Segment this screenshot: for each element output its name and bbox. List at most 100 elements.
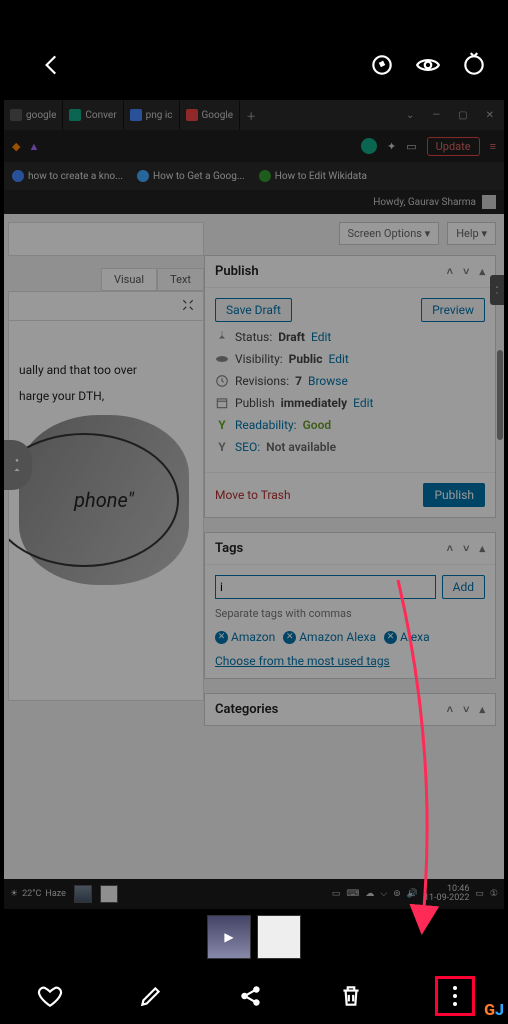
- yoast-readability-icon: Y: [215, 418, 229, 432]
- bookmark-1[interactable]: How to Get a Goog...: [137, 170, 245, 182]
- share-button[interactable]: [234, 979, 268, 1013]
- browser-tabs: google Conver png ic Google ＋ ⌄ — ▢ ✕: [4, 100, 504, 130]
- remove-tag-icon: ✕: [283, 631, 296, 644]
- update-button[interactable]: Update: [427, 137, 480, 156]
- panel-up-icon[interactable]: ˄: [447, 265, 453, 278]
- seo-link[interactable]: SEO:: [235, 440, 260, 454]
- readability-link[interactable]: Readability:: [235, 418, 297, 432]
- title-input[interactable]: [8, 222, 204, 256]
- panel-toggle-icon[interactable]: ▴: [479, 542, 485, 555]
- more-button[interactable]: [435, 976, 475, 1016]
- avatar[interactable]: [482, 195, 496, 209]
- pin-icon: [215, 330, 229, 344]
- categories-panel: Categories ˄ ˅ ▴: [204, 693, 496, 726]
- tab-text[interactable]: Text: [157, 268, 204, 291]
- tray-icon[interactable]: ⌨: [346, 889, 359, 899]
- grammarly-icon[interactable]: [361, 138, 377, 154]
- strip-thumb-current[interactable]: [257, 915, 301, 959]
- tags-add-button[interactable]: Add: [442, 575, 485, 599]
- back-button[interactable]: [38, 51, 66, 79]
- status-edit-link[interactable]: Edit: [311, 330, 331, 344]
- wallet-icon[interactable]: ▭: [406, 140, 416, 153]
- menu-icon[interactable]: ≡: [490, 140, 496, 153]
- tags-hint: Separate tags with commas: [215, 607, 485, 620]
- tag-chip[interactable]: ✕Amazon Alexa: [283, 630, 376, 644]
- eye-icon[interactable]: [414, 51, 442, 79]
- tab-visual[interactable]: Visual: [101, 268, 157, 291]
- tray-wifi-icon[interactable]: ⊚: [393, 889, 401, 899]
- editor-toolbar: [8, 291, 204, 321]
- publish-button[interactable]: Publish: [423, 483, 485, 507]
- screenshot-viewport: google Conver png ic Google ＋ ⌄ — ▢ ✕ ◆ …: [4, 100, 504, 909]
- extensions-icon[interactable]: ✦: [387, 140, 396, 153]
- tab-new[interactable]: ＋: [240, 100, 262, 130]
- brave-icon[interactable]: ▲: [28, 140, 39, 153]
- bookmark-2[interactable]: How to Edit Wikidata: [259, 170, 367, 182]
- tab-0[interactable]: google: [4, 100, 63, 130]
- editor-body[interactable]: ually and that too over harge your DTH, …: [8, 321, 204, 701]
- favorite-button[interactable]: [33, 979, 67, 1013]
- taskbar-thumb[interactable]: [100, 885, 118, 903]
- panel-down-icon[interactable]: ˅: [463, 542, 469, 555]
- panel-down-icon[interactable]: ˅: [463, 265, 469, 278]
- eye-icon: [215, 352, 229, 366]
- editor-line: ually and that too over: [19, 363, 193, 377]
- tray-badge-icon[interactable]: ①: [490, 889, 498, 899]
- taskbar-thumb[interactable]: [74, 885, 92, 903]
- window-min-icon[interactable]: —: [432, 110, 440, 121]
- panel-down-icon[interactable]: ˅: [463, 703, 469, 716]
- fullscreen-icon[interactable]: [181, 297, 195, 316]
- panel-toggle-icon[interactable]: ▴: [479, 703, 485, 716]
- tab-1[interactable]: Conver: [63, 100, 123, 130]
- admin-bar: Howdy, Gaurav Sharma: [4, 190, 504, 214]
- save-draft-button[interactable]: Save Draft: [215, 298, 292, 322]
- tray-notif-icon[interactable]: ▭: [475, 889, 484, 899]
- gallery-bottom-bar: [0, 968, 508, 1024]
- windows-taskbar: ☀22°CHaze ▭ ⌨ ☁ ⌵ ⊚ 🔊 10:4611-09-2022 ▭ …: [4, 879, 504, 909]
- move-to-trash-link[interactable]: Move to Trash: [215, 488, 291, 502]
- panel-up-icon[interactable]: ˄: [447, 542, 453, 555]
- panel-up-icon[interactable]: ˄: [447, 703, 453, 716]
- tray-network-icon[interactable]: ⌵: [380, 889, 387, 899]
- strip-thumb-video[interactable]: [207, 915, 251, 959]
- publish-panel: Publish ˄ ˅ ▴ Save Draft Preview: [204, 255, 496, 518]
- screen-options-button[interactable]: Screen Options ▾: [339, 222, 440, 245]
- rotate-icon[interactable]: [460, 51, 488, 79]
- publish-title: Publish: [215, 264, 259, 279]
- tags-input[interactable]: [215, 575, 436, 599]
- bookmarks-bar: how to create a kno... How to Get a Goog…: [4, 162, 504, 190]
- tags-title: Tags: [215, 541, 243, 556]
- tag-chip[interactable]: ✕Alexa: [384, 630, 430, 644]
- accessibility-handle[interactable]: [490, 275, 504, 305]
- tray-cloud-icon[interactable]: ☁: [365, 889, 374, 899]
- remove-tag-icon: ✕: [215, 631, 228, 644]
- yoast-seo-icon: Y: [215, 440, 229, 454]
- visibility-edit-link[interactable]: Edit: [328, 352, 348, 366]
- edit-button[interactable]: [134, 979, 168, 1013]
- choose-tags-link[interactable]: Choose from the most used tags: [215, 654, 485, 668]
- tag-chip[interactable]: ✕Amazon: [215, 630, 275, 644]
- gallery-strip: [0, 909, 508, 964]
- window-close-icon[interactable]: ✕: [486, 110, 494, 121]
- schedule-edit-link[interactable]: Edit: [353, 396, 373, 410]
- tray-icon[interactable]: ▭: [332, 889, 341, 899]
- tab-3[interactable]: Google: [180, 100, 241, 130]
- weather-widget[interactable]: ☀22°CHaze: [10, 889, 66, 899]
- bookmark-0[interactable]: how to create a kno...: [12, 170, 123, 182]
- preview-button[interactable]: Preview: [421, 298, 485, 322]
- panel-toggle-icon[interactable]: ▴: [479, 265, 485, 278]
- remove-tag-icon: ✕: [384, 631, 397, 644]
- address-bar: ◆ ▲ ✦ ▭ Update ≡: [4, 130, 504, 162]
- tab-2[interactable]: png ic: [124, 100, 180, 130]
- scrollbar[interactable]: [497, 350, 503, 440]
- help-button[interactable]: Help ▾: [447, 222, 496, 245]
- delete-button[interactable]: [334, 979, 368, 1013]
- revisions-icon: [215, 374, 229, 388]
- lens-icon[interactable]: [368, 51, 396, 79]
- tray-clock[interactable]: 10:4611-09-2022: [424, 885, 469, 903]
- shield-icon[interactable]: ◆: [12, 140, 20, 153]
- tray-volume-icon[interactable]: 🔊: [407, 889, 418, 899]
- revisions-browse-link[interactable]: Browse: [308, 374, 348, 388]
- window-max-icon[interactable]: ▢: [458, 110, 467, 121]
- tab-dropdown-icon[interactable]: ⌄: [406, 110, 414, 121]
